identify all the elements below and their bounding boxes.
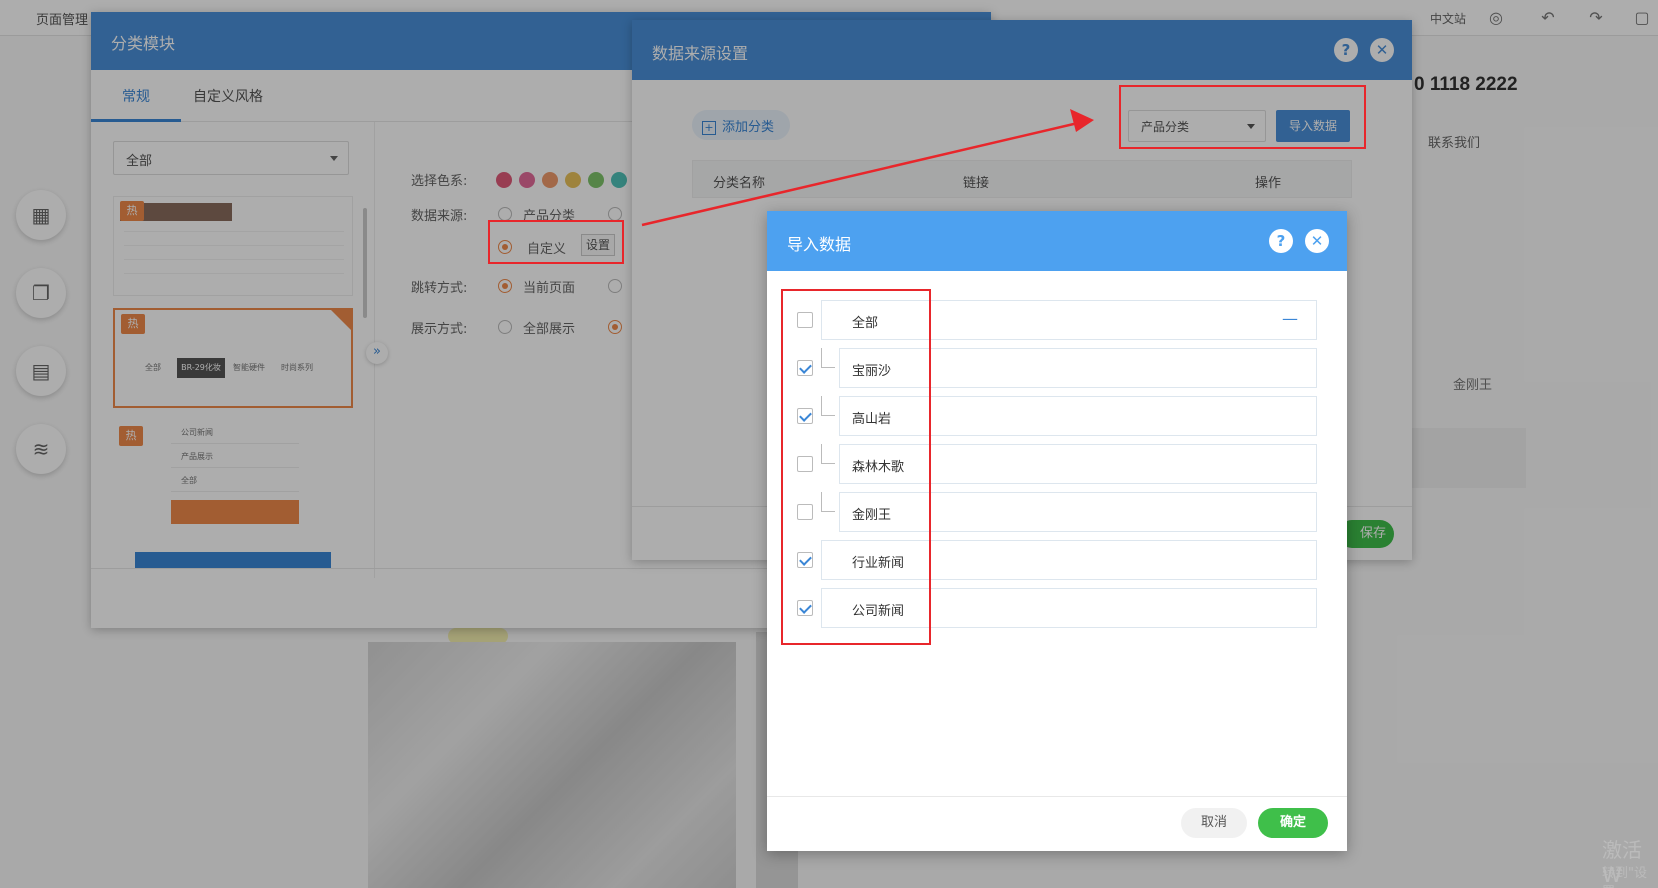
collapse-icon[interactable]: —	[1282, 309, 1298, 328]
annotation-checkbox-highlight	[781, 289, 931, 645]
dialog-header: 导入数据 ? ✕	[767, 211, 1347, 271]
dialog-footer-divider	[767, 796, 1347, 797]
help-icon[interactable]: ?	[1269, 229, 1293, 253]
activation-watermark-sub: 转到"设置	[1602, 866, 1647, 888]
confirm-button[interactable]: 确定	[1258, 808, 1328, 838]
dialog-title: 导入数据	[787, 235, 852, 254]
close-icon[interactable]: ✕	[1305, 229, 1329, 253]
cancel-button[interactable]: 取消	[1181, 808, 1247, 838]
